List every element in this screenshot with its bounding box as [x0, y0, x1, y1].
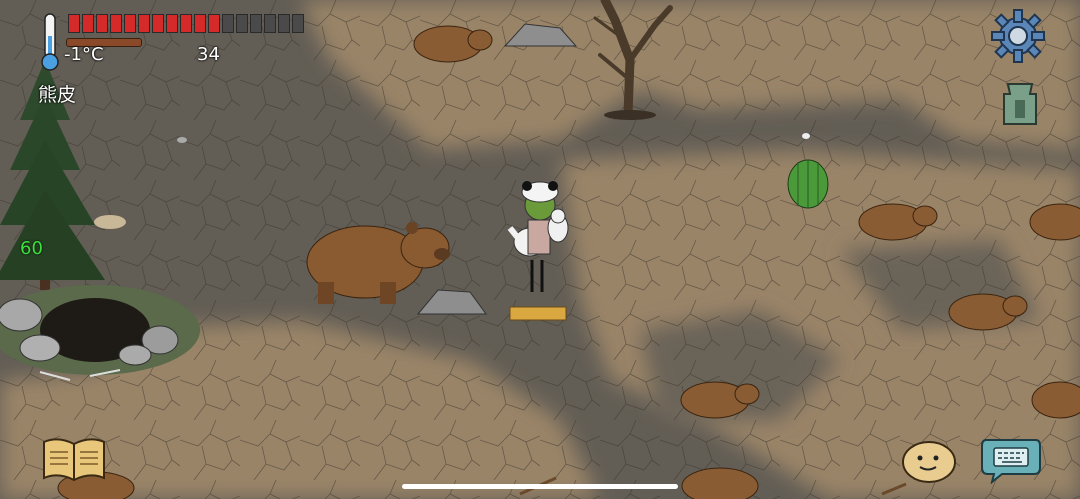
food-pip: [138, 14, 150, 33]
food-pip: [166, 14, 178, 33]
keyboard-icon[interactable]: [980, 434, 1042, 485]
food-pip: [222, 14, 234, 33]
food-pip: [110, 14, 122, 33]
face-icon[interactable]: [900, 436, 958, 484]
tech-tree-icon[interactable]: [1000, 80, 1040, 128]
food-pip: [152, 14, 164, 33]
food-pip: [208, 14, 220, 33]
thermometer-icon: [38, 12, 62, 72]
held-item-label: 熊皮: [38, 84, 77, 106]
food-pip: [68, 14, 80, 33]
food-count: 34: [197, 44, 220, 65]
food-pip: [194, 14, 206, 33]
food-pip: [96, 14, 108, 33]
barrel-cactus: [787, 159, 829, 209]
gear-icon[interactable]: [990, 8, 1046, 64]
food-pip: [264, 14, 276, 33]
wooden-mat: [509, 306, 567, 321]
food-meter: [68, 14, 304, 33]
age-counter: 60: [20, 238, 43, 259]
book-icon[interactable]: [40, 436, 108, 482]
food-pip: [250, 14, 262, 33]
food-pip: [292, 14, 304, 33]
home-indicator[interactable]: [402, 484, 678, 489]
food-pip: [180, 14, 192, 33]
food-pip: [278, 14, 290, 33]
food-pip: [82, 14, 94, 33]
food-pip: [124, 14, 136, 33]
game-world[interactable]: [0, 0, 1080, 499]
temperature-readout: -1°C: [64, 44, 104, 65]
food-pip: [236, 14, 248, 33]
